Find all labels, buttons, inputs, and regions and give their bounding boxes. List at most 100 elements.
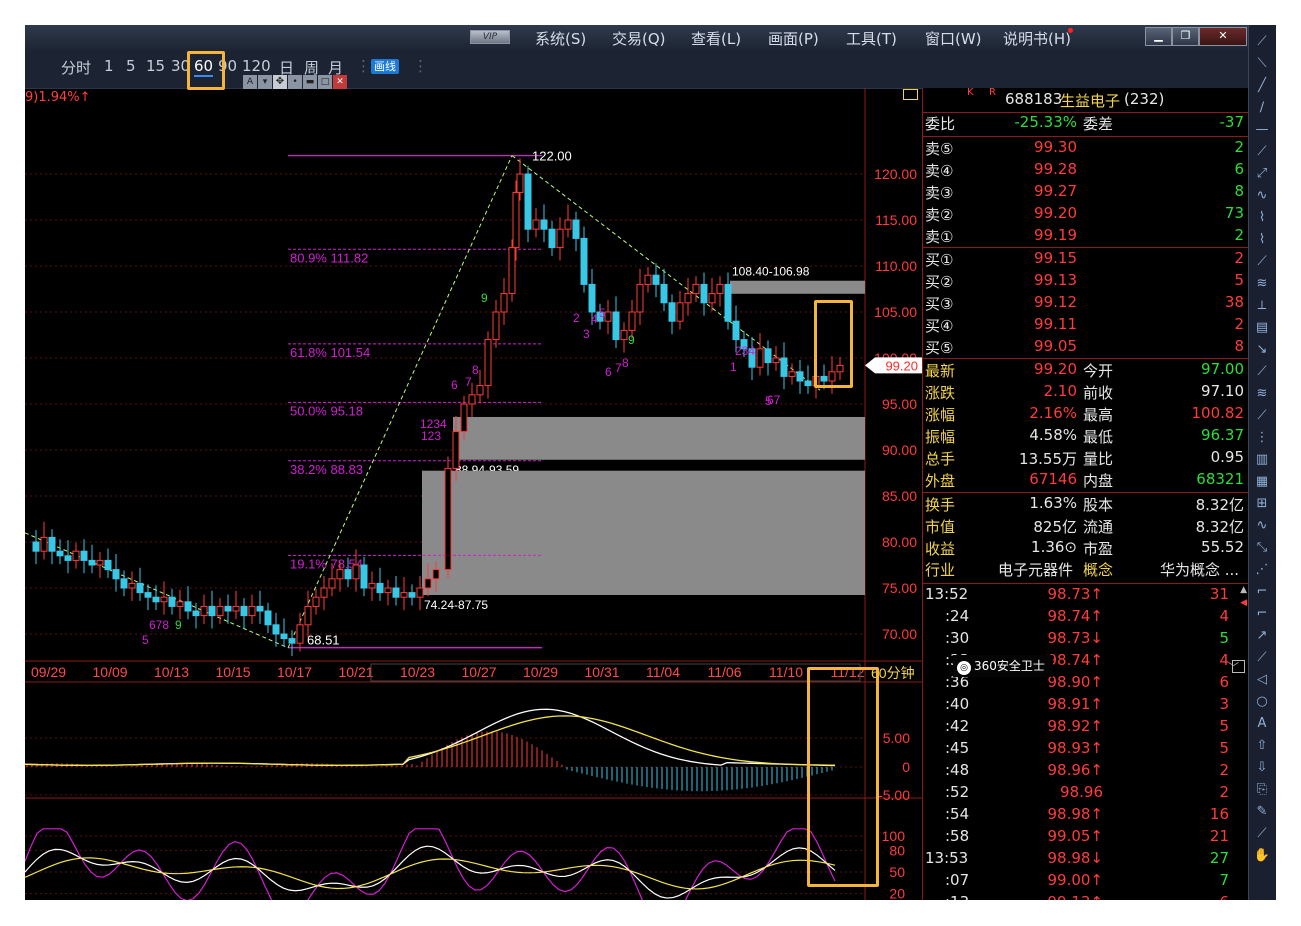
drawing-tool-icon[interactable]: ╱	[1253, 77, 1271, 95]
drawing-tool-icon[interactable]: ↘	[1253, 341, 1271, 359]
drawing-tool-icon[interactable]: A	[1253, 715, 1271, 733]
close-tool-icon[interactable]: ✕	[333, 75, 347, 89]
drawing-tool-icon[interactable]: ⌐	[1253, 583, 1271, 601]
concept-value[interactable]: 华为概念 ...	[1160, 559, 1239, 580]
drawing-tool-icon[interactable]: ≋	[1253, 275, 1271, 293]
dot-tool-icon[interactable]: •	[288, 75, 302, 89]
count-label: 5	[142, 633, 149, 647]
drawing-tool-icon[interactable]: ≋	[1253, 385, 1271, 403]
draw-line-button[interactable]: 画线	[371, 59, 399, 74]
drawing-tool-icon[interactable]: —	[1253, 121, 1271, 139]
menu-item-view[interactable]: 查看(L)	[691, 28, 741, 49]
stat-value: 99.20	[1034, 360, 1077, 378]
period-15[interactable]: 15	[146, 57, 165, 75]
drawing-tool-icon[interactable]: ⌇	[1253, 231, 1271, 249]
drawing-tool-icon[interactable]: ∿	[1253, 517, 1271, 535]
drawing-tool-icon[interactable]: ⟋	[1253, 253, 1271, 271]
close-icon[interactable]: ✕	[1199, 27, 1247, 46]
restore-icon[interactable]: ❐	[1172, 27, 1199, 46]
drawing-tool-icon[interactable]: ⟍	[1253, 55, 1271, 73]
drawing-tool-icon[interactable]: ⟋	[1253, 825, 1271, 843]
period-1[interactable]: 1	[104, 57, 114, 75]
drawing-tool-icon[interactable]: ⋮	[1253, 429, 1271, 447]
drawing-tool-icon[interactable]: ↗	[1253, 627, 1271, 645]
drawing-tool-icon[interactable]: ⤡	[1253, 539, 1271, 557]
ask-volume: 6	[1234, 160, 1244, 178]
tick-price: 98.73↑	[1047, 585, 1103, 603]
price-tick-label: 110.00	[875, 258, 917, 274]
menu-item-system[interactable]: 系统(S)	[535, 28, 586, 49]
gap-label: 108.40-106.98	[732, 265, 810, 279]
vip-badge[interactable]: VIP	[470, 30, 510, 44]
drawing-tool-icon[interactable]: ∕	[1253, 99, 1271, 117]
count-label: 67	[767, 393, 781, 407]
count-label: 678	[149, 618, 169, 632]
candle-body	[644, 274, 652, 285]
drawing-tool-icon[interactable]: ⟋	[1253, 143, 1271, 161]
menu-item-screen[interactable]: 画面(P)	[768, 28, 819, 49]
period-fenshi[interactable]: 分时	[61, 57, 91, 78]
price-tick-label: 95.00	[882, 396, 917, 412]
security-popup[interactable]: ◎ 360安全卫士	[953, 655, 1053, 677]
quote-row: 13:52 98.73↑ 31	[923, 585, 1249, 607]
stock-name: 生益电子	[1060, 92, 1121, 110]
candle-body	[556, 228, 564, 249]
drawing-tool-icon[interactable]: ⇧	[1253, 737, 1271, 755]
drawing-tool-icon[interactable]: ✋	[1253, 847, 1271, 865]
drawing-tool-icon[interactable]: ▥	[1253, 451, 1271, 469]
period-5[interactable]: 5	[126, 57, 136, 75]
drawing-tool-icon[interactable]: ⟋	[1253, 33, 1271, 51]
popup-box-icon[interactable]	[1232, 660, 1245, 673]
drawing-tool-icon[interactable]: ⟂	[1253, 297, 1271, 315]
count-label: 8	[472, 363, 479, 377]
drawing-tool-icon[interactable]: ○	[1253, 693, 1271, 711]
r-link[interactable]: R	[989, 87, 996, 98]
ask-price: 99.30	[1034, 138, 1077, 156]
weibi-value: -25.33%	[1014, 113, 1077, 131]
tick-price: 98.91↑	[1047, 695, 1103, 713]
drawing-tool-icon[interactable]: ∿	[1253, 187, 1271, 205]
drawing-tool-icon[interactable]: ⤢	[1253, 165, 1271, 183]
candle-body	[400, 592, 408, 598]
menu-item-help[interactable]: 说明书(H)	[1003, 28, 1071, 49]
industry-value[interactable]: 电子元器件	[998, 559, 1073, 580]
text-tool-icon[interactable]: A	[243, 75, 257, 89]
low-price-label: 68.51	[307, 633, 340, 648]
drawing-tool-icon[interactable]: ◁	[1253, 671, 1271, 689]
min-tool-icon[interactable]: ▬	[303, 75, 317, 89]
dropdown-tool-icon[interactable]: ▾	[258, 75, 272, 89]
drawing-tool-icon[interactable]: ⎘	[1253, 781, 1271, 799]
tick-time: :54	[945, 805, 970, 823]
kline-chart[interactable]: 108.40-106.9888.94-93.5974.24-87.75 80.9…	[25, 88, 922, 900]
ask-volume: 73	[1224, 204, 1244, 222]
drawing-tool-icon[interactable]: ⇩	[1253, 759, 1271, 777]
drawing-tool-icon[interactable]: ✎	[1253, 803, 1271, 821]
drawing-tool-icon[interactable]: ⟋	[1253, 407, 1271, 425]
drawing-tool-icon[interactable]: ⊞	[1253, 495, 1271, 513]
minimize-icon[interactable]: ▁	[1145, 27, 1172, 46]
stat-label: 涨幅	[925, 406, 956, 424]
drawing-tool-icon[interactable]: ⟋	[1253, 363, 1271, 381]
move-tool-icon[interactable]: ✥	[273, 75, 287, 89]
drawing-tool-icon[interactable]: ⟋	[1253, 649, 1271, 667]
stat-label: 量比	[1083, 450, 1114, 468]
ask-price: 99.27	[1034, 182, 1077, 200]
menu-item-window[interactable]: 窗口(W)	[925, 28, 982, 49]
fund-label: 市值	[925, 518, 956, 536]
layout-toggle-icon[interactable]	[903, 89, 918, 100]
menu-item-trade[interactable]: 交易(Q)	[612, 28, 666, 49]
menu-item-tools[interactable]: 工具(T)	[846, 28, 897, 49]
k-link[interactable]: K	[967, 87, 974, 98]
quote-row: 买③ 99.12 38	[923, 293, 1249, 315]
drawing-tool-icon[interactable]: ⌇	[1253, 209, 1271, 227]
quote-row: :48 98.96↑ 2	[923, 761, 1249, 783]
drawing-tool-icon[interactable]: ⌐	[1253, 605, 1271, 623]
max-tool-icon[interactable]: □	[318, 75, 332, 89]
drawing-tool-icon[interactable]: ⋰	[1253, 561, 1271, 579]
tick-volume: 2	[1219, 783, 1229, 801]
drawing-tool-icon[interactable]: ▤	[1253, 319, 1271, 337]
period-120[interactable]: 120	[242, 57, 271, 75]
tick-scroll-down-icon[interactable]: ◀	[1240, 598, 1247, 608]
drawing-tool-icon[interactable]: ▦	[1253, 473, 1271, 491]
tick-scroll-up-icon[interactable]: ▲	[1240, 585, 1247, 595]
